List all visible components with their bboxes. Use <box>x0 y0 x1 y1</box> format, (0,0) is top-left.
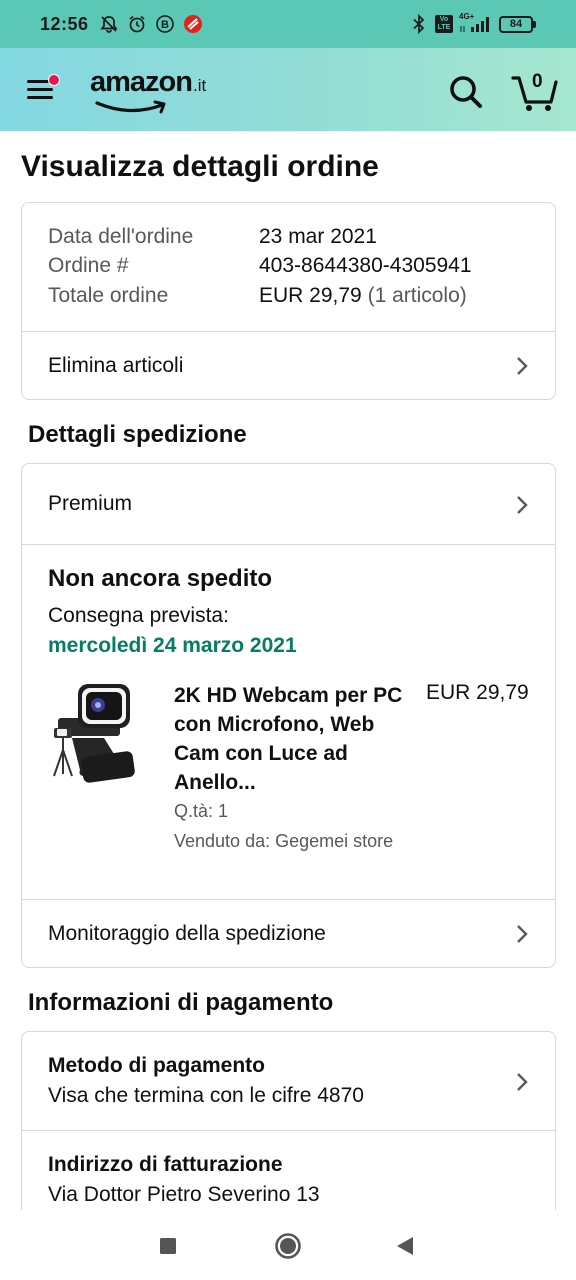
product-seller: Venduto da: Gegemei store <box>174 831 394 851</box>
shipping-section-title: Dettagli spedizione <box>28 421 247 448</box>
status-left-icons: B <box>99 14 203 34</box>
notification-badge <box>48 74 60 86</box>
chevron-right-icon <box>517 1073 528 1091</box>
cart-button[interactable]: 0 <box>510 66 560 114</box>
delivery-date: mercoledì 24 marzo 2021 <box>48 634 297 657</box>
system-navigation-bar <box>0 1210 576 1280</box>
delete-items-label: Elimina articoli <box>48 354 184 377</box>
status-time: 12:56 <box>40 13 89 34</box>
b-app-icon: B <box>155 14 175 34</box>
bluetooth-icon <box>409 14 429 34</box>
product-title[interactable]: 2K HD Webcam per PC con Microfono, Web C… <box>174 681 414 797</box>
shipping-method-label: Premium <box>48 492 133 515</box>
order-total-note: (1 articolo) <box>367 284 467 307</box>
order-summary-card: Data dell'ordine 23 mar 2021 Ordine # 40… <box>21 202 556 400</box>
payment-card: Metodo di pagamento Visa che termina con… <box>21 1031 556 1231</box>
product-image[interactable] <box>48 678 152 786</box>
order-info: Data dell'ordine 23 mar 2021 Ordine # 40… <box>22 203 555 332</box>
status-right-icons: Vo LTE 4G+ 84 <box>409 12 536 34</box>
app-header: amazon.it 0 <box>0 48 576 131</box>
svg-text:B: B <box>161 19 169 31</box>
home-circle-icon <box>275 1233 301 1259</box>
logo-text: amazon <box>90 66 193 98</box>
delete-items-row[interactable]: Elimina articoli <box>22 332 555 400</box>
logo-tld: .it <box>192 76 207 95</box>
product-quantity: Q.tà: 1 <box>174 801 229 821</box>
menu-button[interactable] <box>24 74 60 104</box>
recents-square-icon <box>160 1238 176 1254</box>
payment-method-title: Metodo di pagamento <box>48 1054 265 1077</box>
unicredit-app-icon <box>183 14 203 34</box>
shipment-details: Non ancora spedito Consegna prevista: me… <box>22 545 555 900</box>
amazon-logo[interactable]: amazon.it <box>90 66 207 114</box>
order-total-value: EUR 29,79 (1 articolo) <box>259 284 467 308</box>
payment-method-row[interactable]: Metodo di pagamento Visa che termina con… <box>22 1032 555 1131</box>
back-triangle-icon <box>397 1237 413 1255</box>
billing-address-value: Via Dottor Pietro Severino 13 <box>48 1183 320 1206</box>
cart-count: 0 <box>532 71 543 92</box>
search-icon <box>450 76 482 108</box>
order-date-label: Data dell'ordine <box>48 225 194 248</box>
order-total-amount: EUR 29,79 <box>259 284 362 307</box>
order-number-value: 403-8644380-4305941 <box>259 254 472 277</box>
home-button[interactable] <box>274 1232 302 1265</box>
payment-section-title: Informazioni di pagamento <box>28 989 334 1016</box>
alarm-icon <box>127 14 147 34</box>
product-price: EUR 29,79 <box>426 681 529 704</box>
recents-button[interactable] <box>158 1236 178 1261</box>
chevron-right-icon <box>517 496 528 514</box>
page-title: Visualizza dettagli ordine <box>21 150 379 183</box>
delivery-label: Consegna prevista: <box>48 604 229 627</box>
volte-icon: Vo LTE <box>435 15 453 33</box>
volte-label: Vo LTE <box>437 16 451 31</box>
shipping-card: Premium Non ancora spedito Consegna prev… <box>21 463 556 968</box>
payment-method-value: Visa che termina con le cifre 4870 <box>48 1084 364 1107</box>
notifications-off-icon <box>99 14 119 34</box>
signal-4g-icon: 4G+ <box>459 12 493 34</box>
battery-icon: 84 <box>499 15 536 33</box>
order-number-label: Ordine # <box>48 254 129 277</box>
search-button[interactable] <box>446 72 486 112</box>
smile-icon <box>95 100 166 114</box>
shipment-status: Non ancora spedito <box>48 565 273 592</box>
billing-address-title: Indirizzo di fatturazione <box>48 1153 283 1176</box>
shipping-method-row[interactable]: Premium <box>22 464 555 545</box>
chevron-right-icon <box>517 357 528 375</box>
order-date-value: 23 mar 2021 <box>259 225 377 248</box>
tracking-label: Monitoraggio della spedizione <box>48 922 326 945</box>
order-total-label: Totale ordine <box>48 284 169 307</box>
chevron-right-icon <box>517 925 528 943</box>
back-button[interactable] <box>395 1235 415 1262</box>
tracking-row[interactable]: Monitoraggio della spedizione <box>22 900 555 967</box>
battery-level: 84 <box>499 15 533 33</box>
status-bar: 12:56 B Vo LTE 4G+ 84 <box>0 0 576 48</box>
